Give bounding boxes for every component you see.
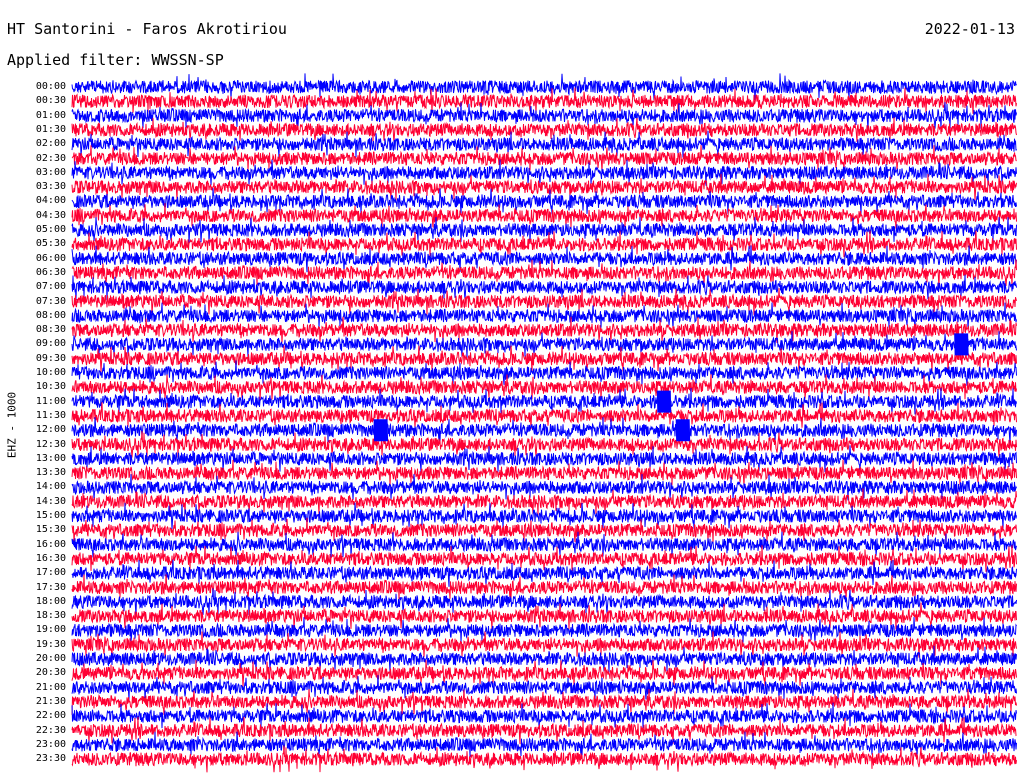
- trace-1430: [71, 488, 1017, 516]
- trace-2030: [71, 660, 1017, 687]
- trace-2230: [71, 716, 1017, 745]
- trace-0130: [71, 117, 1017, 143]
- trace-1100: [71, 387, 1017, 415]
- event-burst: [954, 333, 969, 356]
- trace-0230: [71, 145, 1017, 172]
- trace-2200: [71, 702, 1017, 730]
- trace-0900: [71, 331, 1017, 358]
- event-burst: [656, 390, 672, 413]
- trace-0630: [71, 259, 1017, 287]
- seismogram-plot: [71, 73, 1017, 773]
- event-burst: [373, 419, 389, 442]
- event-burst: [675, 419, 691, 442]
- trace-0000: [71, 73, 1017, 101]
- trace-1130: [71, 402, 1017, 430]
